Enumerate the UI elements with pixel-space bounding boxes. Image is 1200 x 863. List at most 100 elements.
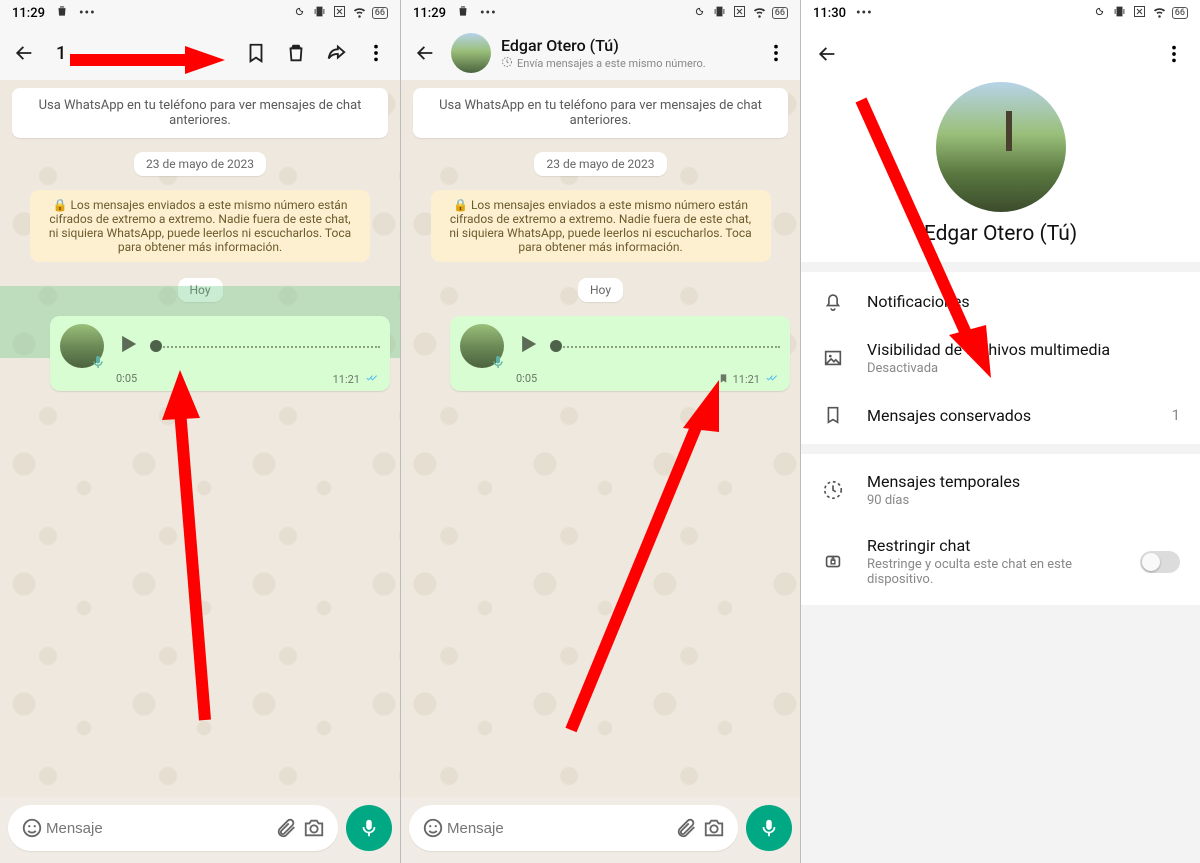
message-input-bar bbox=[0, 797, 400, 863]
battery-icon: 66 bbox=[772, 7, 788, 19]
message-input[interactable] bbox=[447, 820, 672, 837]
voice-waveform[interactable] bbox=[152, 334, 380, 358]
screenshot-2: 11:29 ••• 66 Edgar Otero (Tú) Envía mens… bbox=[400, 0, 800, 863]
message-time: 11:21 bbox=[733, 373, 760, 386]
message-input[interactable] bbox=[46, 820, 272, 837]
camera-icon[interactable] bbox=[700, 814, 728, 842]
setting-chat-lock[interactable]: Restringir chat Restringe y oculta este … bbox=[801, 522, 1200, 601]
message-input-bar bbox=[401, 797, 800, 863]
status-time: 11:29 bbox=[12, 6, 45, 21]
sticker-icon[interactable] bbox=[18, 814, 46, 842]
more-icon[interactable] bbox=[1160, 40, 1188, 68]
more-icon[interactable] bbox=[762, 39, 790, 67]
setting-subtitle: 90 días bbox=[867, 493, 1180, 508]
wifi-icon bbox=[752, 4, 767, 23]
contact-subtitle: Envía mensajes a este mismo número. bbox=[517, 57, 706, 70]
setting-kept-messages[interactable]: Mensajes conservados 1 bbox=[801, 390, 1200, 440]
attach-icon[interactable] bbox=[272, 814, 300, 842]
chat-toolbar: Edgar Otero (Tú) Envía mensajes a este m… bbox=[401, 26, 800, 80]
sender-avatar bbox=[460, 324, 504, 368]
status-time: 11:30 bbox=[813, 6, 846, 21]
wifi-icon bbox=[352, 4, 367, 23]
status-bar: 11:30 ••• 66 bbox=[801, 0, 1200, 26]
status-bar: 11:29 ••• 66 bbox=[0, 0, 400, 26]
timer-icon bbox=[821, 479, 845, 501]
divider bbox=[801, 262, 1200, 272]
encryption-notice[interactable]: 🔒 Los mensajes enviados a este mismo núm… bbox=[30, 190, 370, 262]
sender-avatar bbox=[60, 324, 104, 368]
more-indicator-icon: ••• bbox=[856, 6, 873, 21]
setting-title: Notificaciones bbox=[867, 292, 1180, 311]
bookmark-icon[interactable] bbox=[242, 39, 270, 67]
mic-button[interactable] bbox=[346, 805, 392, 851]
voice-message-bubble[interactable]: 0:05 11:21 bbox=[50, 316, 390, 391]
close-box-icon bbox=[1132, 4, 1147, 23]
more-indicator-icon: ••• bbox=[79, 6, 96, 21]
vibrate-icon bbox=[712, 4, 727, 23]
date-chip: 23 de mayo de 2023 bbox=[134, 152, 266, 176]
close-box-icon bbox=[732, 4, 747, 23]
setting-title: Visibilidad de archivos multimedia bbox=[867, 340, 1180, 359]
mic-badge-icon bbox=[490, 354, 506, 370]
forward-icon[interactable] bbox=[322, 39, 350, 67]
settings-list: Mensajes temporales 90 días Restringir c… bbox=[801, 454, 1200, 605]
trash-indicator-icon bbox=[456, 4, 470, 22]
profile-avatar[interactable] bbox=[936, 82, 1066, 212]
chat-lock-toggle[interactable] bbox=[1140, 551, 1180, 573]
dnd-icon bbox=[292, 4, 307, 23]
profile-header: Edgar Otero (Tú) bbox=[801, 76, 1200, 262]
back-icon[interactable] bbox=[411, 39, 439, 67]
voice-duration: 0:05 bbox=[516, 372, 537, 387]
battery-icon: 66 bbox=[1172, 7, 1188, 19]
settings-list: Notificaciones Visibilidad de archivos m… bbox=[801, 272, 1200, 444]
contact-header[interactable]: Edgar Otero (Tú) Envía mensajes a este m… bbox=[451, 33, 706, 73]
setting-notifications[interactable]: Notificaciones bbox=[801, 276, 1200, 326]
back-icon[interactable] bbox=[10, 39, 38, 67]
attach-icon[interactable] bbox=[672, 814, 700, 842]
chat-area: Usa WhatsApp en tu teléfono para ver men… bbox=[0, 80, 400, 797]
sticker-icon[interactable] bbox=[419, 814, 447, 842]
setting-subtitle: Desactivada bbox=[867, 361, 1180, 376]
more-indicator-icon: ••• bbox=[480, 6, 497, 21]
screenshot-3: 11:30 ••• 66 Edgar Otero (Tú) Notificaci… bbox=[800, 0, 1200, 863]
profile-name: Edgar Otero (Tú) bbox=[801, 222, 1200, 246]
chat-area: Usa WhatsApp en tu teléfono para ver men… bbox=[401, 80, 800, 797]
play-icon[interactable] bbox=[514, 330, 542, 362]
sync-banner: Usa WhatsApp en tu teléfono para ver men… bbox=[413, 88, 788, 138]
mic-button[interactable] bbox=[746, 805, 792, 851]
voice-duration: 0:05 bbox=[116, 372, 137, 387]
lock-chat-icon bbox=[821, 551, 845, 573]
image-icon bbox=[821, 347, 845, 369]
bookmark-icon bbox=[821, 404, 845, 426]
trash-indicator-icon bbox=[55, 4, 69, 22]
encryption-notice[interactable]: 🔒 Los mensajes enviados a este mismo núm… bbox=[431, 190, 771, 262]
camera-icon[interactable] bbox=[300, 814, 328, 842]
voice-waveform[interactable] bbox=[552, 334, 780, 358]
vibrate-icon bbox=[312, 4, 327, 23]
status-bar: 11:29 ••• 66 bbox=[401, 0, 800, 26]
dnd-icon bbox=[1092, 4, 1107, 23]
setting-subtitle: Restringe y oculta este chat en este dis… bbox=[867, 557, 1118, 587]
selection-count: 1 bbox=[50, 43, 66, 64]
voice-message-bubble[interactable]: 0:05 11:21 bbox=[450, 316, 790, 391]
setting-title: Restringir chat bbox=[867, 536, 1118, 555]
disappearing-icon bbox=[501, 56, 513, 71]
message-time: 11:21 bbox=[333, 373, 360, 386]
date-chip: 23 de mayo de 2023 bbox=[534, 152, 666, 176]
divider bbox=[801, 605, 1200, 863]
back-icon[interactable] bbox=[813, 40, 841, 68]
more-icon[interactable] bbox=[362, 39, 390, 67]
play-icon[interactable] bbox=[114, 330, 142, 362]
setting-media-visibility[interactable]: Visibilidad de archivos multimedia Desac… bbox=[801, 326, 1200, 390]
setting-title: Mensajes conservados bbox=[867, 406, 1150, 425]
setting-title: Mensajes temporales bbox=[867, 472, 1180, 491]
dnd-icon bbox=[692, 4, 707, 23]
kept-count: 1 bbox=[1172, 406, 1180, 424]
today-chip: Hoy bbox=[578, 278, 623, 302]
contact-name: Edgar Otero (Tú) bbox=[501, 36, 706, 55]
battery-icon: 66 bbox=[372, 7, 388, 19]
delete-icon[interactable] bbox=[282, 39, 310, 67]
screenshot-1: 11:29 ••• 66 1 bbox=[0, 0, 400, 863]
vibrate-icon bbox=[1112, 4, 1127, 23]
setting-disappearing[interactable]: Mensajes temporales 90 días bbox=[801, 458, 1200, 522]
